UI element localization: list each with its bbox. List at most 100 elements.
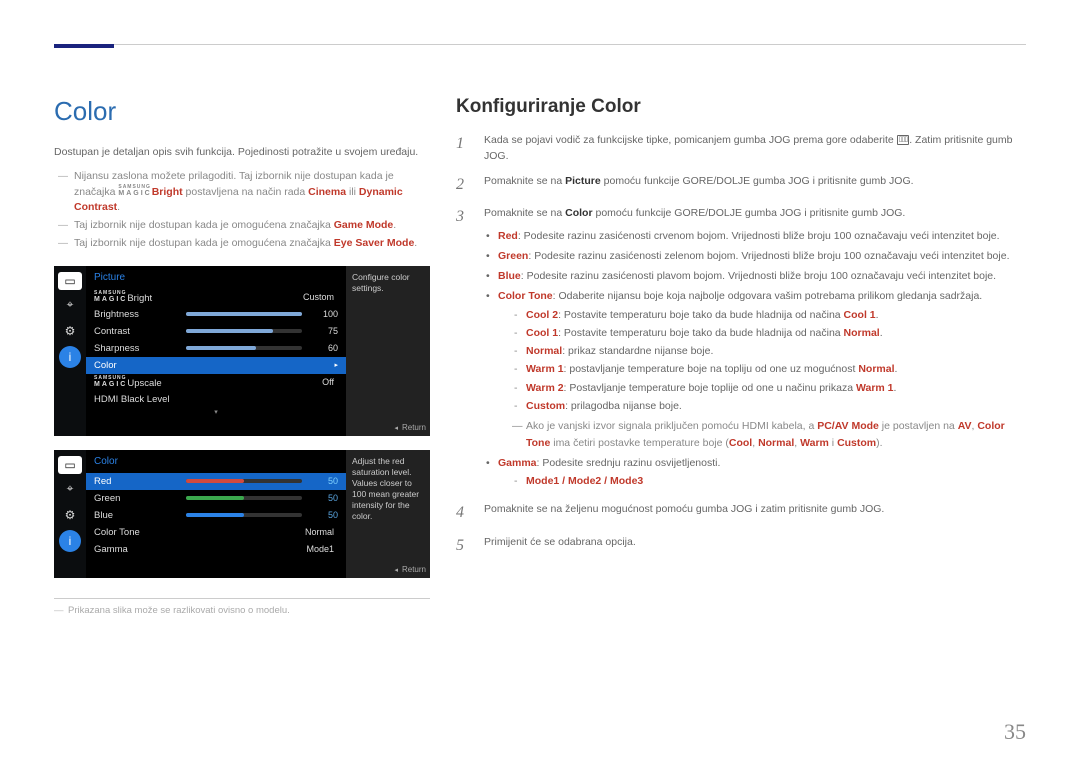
osd-tip: Configure color settings. ◂Return — [346, 266, 430, 436]
chevron-right-icon: ▸ — [328, 361, 338, 369]
step: 4 Pomaknite se na željenu mogućnost pomoć… — [456, 501, 1026, 526]
intro-text: Dostupan je detaljan opis svih funkcija.… — [54, 145, 430, 161]
step-body: Pomaknite se na željenu mogućnost pomoću… — [484, 501, 1026, 526]
osd-return[interactable]: ◂Return — [394, 423, 426, 433]
sub-item: Cool 2: Postavite temperaturu boje tako … — [512, 307, 1026, 323]
left-notes: Nijansu zaslona možete prilagoditi. Taj … — [64, 169, 430, 252]
bullet-item: Gamma: Podesite srednju razinu osvijetlj… — [484, 455, 1026, 490]
osd-row[interactable]: Contrast75 — [86, 323, 346, 340]
page-number: 35 — [1004, 719, 1026, 745]
bullet-item: Blue: Podesite razinu zasićenosti plavom… — [484, 268, 1026, 284]
osd-nav-icons: ▭ ⌖ ⚙ i — [54, 266, 86, 436]
monitor-icon[interactable]: ▭ — [58, 456, 82, 474]
osd-row[interactable]: Green50 — [86, 490, 346, 507]
gear-icon[interactable]: ⚙ — [59, 504, 81, 526]
slider-track[interactable] — [186, 513, 302, 517]
samsung-magic-inline: SAMSUNGMAGIC — [118, 185, 151, 197]
footnote: Prikazana slika može se razlikovati ovis… — [54, 605, 430, 616]
osd-row-label: Sharpness — [94, 343, 186, 354]
heading-configure: Konfiguriranje Color — [456, 96, 1026, 118]
osd-row-label: SAMSUNGMAGICUpscale — [94, 376, 186, 389]
page-top-rule — [54, 44, 1026, 52]
osd-value: 50 — [310, 476, 338, 486]
osd-title: Picture — [86, 270, 346, 289]
osd-row[interactable]: SAMSUNGMAGICBrightCustom — [86, 289, 346, 306]
osd-row-label: Blue — [94, 510, 186, 521]
osd-row-label: Color — [94, 360, 186, 371]
osd-value-text: Off — [186, 377, 338, 387]
osd-value: 60 — [310, 343, 338, 353]
footnote-rule — [54, 598, 430, 599]
osd-row-label: Brightness — [94, 309, 186, 320]
slider-fill — [186, 346, 256, 350]
osd-row[interactable]: Brightness 100 — [86, 306, 346, 323]
osd-row-label: Contrast — [94, 326, 186, 337]
step: 3Pomaknite se na Color pomoću funkcije G… — [456, 205, 1026, 493]
sub-item: Custom: prilagodba nijanse boje. — [512, 398, 1026, 414]
slider-track[interactable] — [186, 346, 302, 350]
step-body: Kada se pojavi vodič za funkcijske tipke… — [484, 132, 1026, 165]
osd-color-menu: ▭ ⌖ ⚙ i Color Red50Green50Blue50Color To… — [54, 450, 430, 578]
step-body: Pomaknite se na Picture pomoću funkcije … — [484, 173, 1026, 198]
osd-row[interactable]: GammaMode1 — [86, 541, 346, 558]
osd-row[interactable]: HDMI Black Level — [86, 391, 346, 408]
note-item: Taj izbornik nije dostupan kada je omogu… — [64, 236, 430, 252]
right-column: Konfiguriranje Color 1 Kada se pojavi vod… — [456, 96, 1026, 733]
osd-row-label: HDMI Black Level — [94, 394, 186, 405]
osd-picture-menu: ▭ ⌖ ⚙ i Picture SAMSUNGMAGICBrightCustom… — [54, 266, 430, 436]
sub-item: Mode1 / Mode2 / Mode3 — [512, 473, 1026, 489]
slider-track[interactable] — [186, 329, 302, 333]
page-content: Color Dostupan je detaljan opis svih fun… — [54, 96, 1026, 733]
osd-value: 50 — [310, 510, 338, 520]
bullet-item: Color Tone: Odaberite nijansu boje koja … — [484, 288, 1026, 450]
gear-icon[interactable]: ⚙ — [59, 320, 81, 342]
step-number: 3 — [456, 205, 470, 493]
step-number: 2 — [456, 173, 470, 198]
menu-icon: ▯▯▯ — [897, 135, 910, 145]
info-icon[interactable]: i — [59, 530, 81, 552]
osd-value: 100 — [310, 309, 338, 319]
bullet-item: Red: Podesite razinu zasićenosti crvenom… — [484, 228, 1026, 244]
osd-row[interactable]: Sharpness 60 — [86, 340, 346, 357]
step-body: Primijenit će se odabrana opcija. — [484, 534, 1026, 559]
step-body: Pomaknite se na Color pomoću funkcije GO… — [484, 205, 1026, 493]
osd-row[interactable]: SAMSUNGMAGICUpscaleOff — [86, 374, 346, 391]
slider-track[interactable] — [186, 496, 302, 500]
osd-value-text: Custom — [186, 292, 338, 302]
osd-tip: Adjust the red saturation level. Values … — [346, 450, 430, 578]
bullet-item: Green: Podesite razinu zasićenosti zelen… — [484, 248, 1026, 264]
osd-row-label: SAMSUNGMAGICBright — [94, 291, 186, 304]
step: 5 Primijenit će se odabrana opcija. — [456, 534, 1026, 559]
left-column: Color Dostupan je detaljan opis svih fun… — [54, 96, 430, 733]
sub-list: Mode1 / Mode2 / Mode3 — [512, 473, 1026, 489]
osd-row[interactable]: Color ▸ — [86, 357, 346, 374]
osd-return[interactable]: ◂Return — [394, 565, 426, 575]
step-number: 1 — [456, 132, 470, 165]
target-icon[interactable]: ⌖ — [59, 294, 81, 316]
sub-item: Warm 2: Postavljanje temperature boje to… — [512, 380, 1026, 396]
osd-row-label: Color Tone — [94, 527, 186, 538]
sub-item: Cool 1: Postavite temperaturu boje tako … — [512, 325, 1026, 341]
osd-nav-icons: ▭ ⌖ ⚙ i — [54, 450, 86, 578]
step-number: 4 — [456, 501, 470, 526]
info-icon[interactable]: i — [59, 346, 81, 368]
osd-row-label: Red — [94, 476, 186, 487]
step-number: 5 — [456, 534, 470, 559]
osd-row[interactable]: Blue 50 — [86, 507, 346, 524]
bullet-list: Red: Podesite razinu zasićenosti crvenom… — [484, 228, 1026, 490]
osd-value: 50 — [310, 493, 338, 503]
osd-row[interactable]: Red 50 — [86, 473, 346, 490]
monitor-icon[interactable]: ▭ — [58, 272, 82, 290]
slider-fill — [186, 312, 302, 316]
step: 1 Kada se pojavi vodič za funkcijske tipk… — [456, 132, 1026, 165]
slider-track[interactable] — [186, 312, 302, 316]
slider-track[interactable] — [186, 479, 302, 483]
slider-fill — [186, 513, 244, 517]
slider-fill — [186, 479, 244, 483]
slider-fill — [186, 329, 273, 333]
osd-row[interactable]: Color ToneNormal — [86, 524, 346, 541]
note-item: Taj izbornik nije dostupan kada je omogu… — [64, 218, 430, 234]
osd-value-text: Normal — [186, 527, 338, 537]
target-icon[interactable]: ⌖ — [59, 478, 81, 500]
osd-row-label: Gamma — [94, 544, 186, 555]
